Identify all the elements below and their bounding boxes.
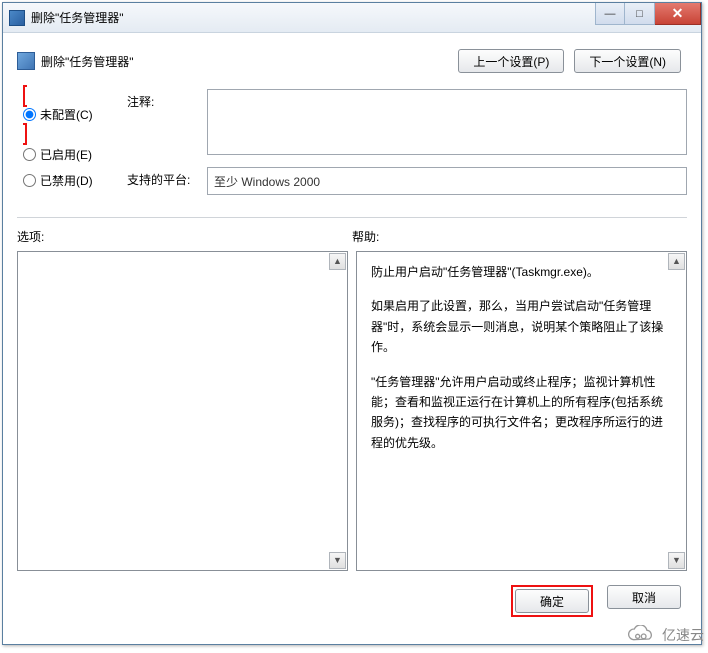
close-button[interactable]: ✕ [655,3,701,25]
platform-label: 支持的平台: [127,167,197,195]
highlight-ok: 确定 [511,585,593,617]
options-label: 选项: [17,228,352,245]
previous-setting-button[interactable]: 上一个设置(P) [458,49,564,73]
options-panel: ▲ ▼ [17,251,348,571]
settings-right-col: 注释: 支持的平台: [127,89,687,207]
radio-enabled-input[interactable] [23,148,36,161]
minimize-button[interactable]: — [595,3,625,25]
help-label: 帮助: [352,228,687,245]
radio-not-configured[interactable]: 未配置(C) [23,101,107,127]
divider [17,217,687,218]
cancel-button[interactable]: 取消 [607,585,681,609]
state-radio-group: 未配置(C) 已启用(E) 已禁用(D) [17,89,107,207]
section-labels: 选项: 帮助: [17,228,687,245]
options-scroll-up-icon[interactable]: ▲ [329,253,346,270]
options-scroll-down-icon[interactable]: ▼ [329,552,346,569]
help-scroll-down-icon[interactable]: ▼ [668,552,685,569]
radio-disabled-label: 已禁用(D) [40,172,93,189]
help-panel: ▲ ▼ 防止用户启动"任务管理器"(Taskmgr.exe)。 如果启用了此设置… [356,251,687,571]
help-text-2: 如果启用了此设置，那么，当用户尝试启动"任务管理器"时，系统会显示一则消息，说明… [371,296,672,357]
config-area: 未配置(C) 已启用(E) 已禁用(D) 注释: 支持的平 [17,89,687,207]
help-text-1: 防止用户启动"任务管理器"(Taskmgr.exe)。 [371,262,672,282]
next-setting-button[interactable]: 下一个设置(N) [574,49,681,73]
comment-textarea[interactable] [207,89,687,155]
titlebar[interactable]: 删除"任务管理器" — □ ✕ [3,3,701,33]
radio-disabled-input[interactable] [23,174,36,187]
comment-label: 注释: [127,89,197,155]
maximize-button[interactable]: □ [625,3,655,25]
platform-field[interactable] [207,167,687,195]
highlight-not-configured: 未配置(C) [23,85,107,145]
header-row: 删除"任务管理器" 上一个设置(P) 下一个设置(N) [17,43,687,85]
ok-button[interactable]: 确定 [515,589,589,613]
window-title: 删除"任务管理器" [31,9,124,26]
content-area: 删除"任务管理器" 上一个设置(P) 下一个设置(N) 未配置(C) 已启用(E… [3,33,701,631]
panels: ▲ ▼ ▲ ▼ 防止用户启动"任务管理器"(Taskmgr.exe)。 如果启用… [17,251,687,571]
dialog-window: 删除"任务管理器" — □ ✕ 删除"任务管理器" 上一个设置(P) 下一个设置… [2,2,702,645]
radio-enabled-label: 已启用(E) [40,146,92,163]
radio-not-configured-input[interactable] [23,108,36,121]
radio-not-configured-label: 未配置(C) [40,106,93,123]
radio-enabled[interactable]: 已启用(E) [23,141,107,167]
policy-icon [17,52,35,70]
radio-disabled[interactable]: 已禁用(D) [23,167,107,193]
help-text-3: "任务管理器"允许用户启动或终止程序；监视计算机性能；查看和监视正运行在计算机上… [371,372,672,454]
window-controls: — □ ✕ [595,3,701,25]
policy-heading: 删除"任务管理器" [41,53,134,70]
footer: 确定 取消 [17,571,687,617]
help-scroll-up-icon[interactable]: ▲ [668,253,685,270]
app-icon [9,10,25,26]
